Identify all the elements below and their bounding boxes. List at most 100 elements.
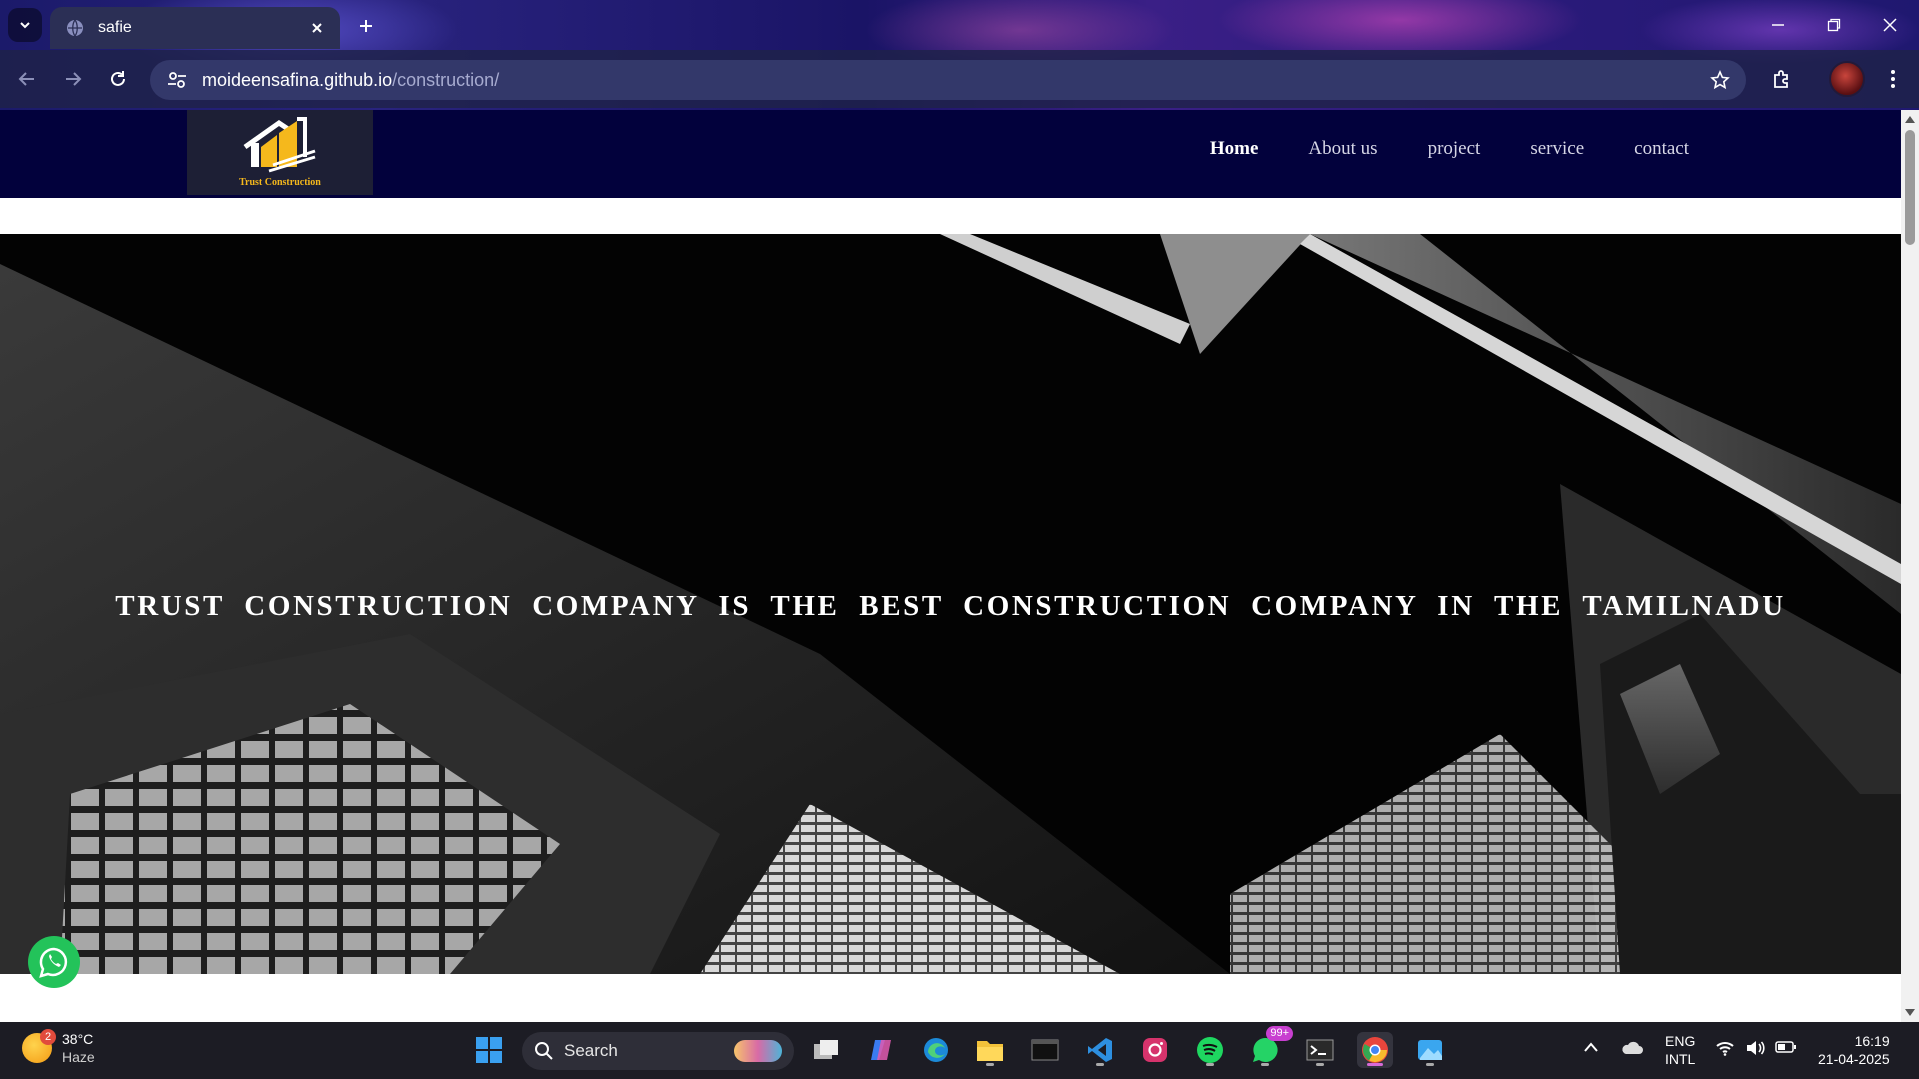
hero-banner: TRUST CONSTRUCTION COMPANY IS THE BEST C…	[0, 234, 1901, 974]
forward-button[interactable]	[58, 64, 88, 94]
url-host: moideensafina.github.io	[202, 69, 393, 90]
arrow-right-icon	[66, 72, 82, 86]
weather-sun-icon: 2	[22, 1029, 56, 1063]
globe-icon	[67, 19, 83, 37]
language-code: ENG	[1665, 1033, 1696, 1049]
instagram-icon	[1143, 1038, 1167, 1062]
console-icon	[1306, 1039, 1334, 1061]
start-button[interactable]	[471, 1032, 507, 1068]
scroll-thumb[interactable]	[1905, 130, 1915, 245]
taskbar: 2 38°C Haze Search 99+ ENG INTL 16:19 21…	[0, 1022, 1919, 1079]
network-status[interactable]	[1715, 1040, 1735, 1059]
whatsapp-unread-badge: 99+	[1266, 1026, 1293, 1041]
nav-link-home[interactable]: Home	[1210, 138, 1259, 160]
copilot-icon	[871, 1040, 891, 1060]
tab-title: safie	[98, 19, 132, 36]
whatsapp-taskbar-button[interactable]: 99+	[1247, 1026, 1293, 1068]
page-scrollbar[interactable]	[1901, 110, 1919, 1022]
copilot-button[interactable]	[863, 1032, 899, 1068]
terminal-icon	[1031, 1039, 1059, 1061]
photos-button[interactable]	[1412, 1032, 1448, 1068]
house-logo-icon	[243, 117, 316, 173]
volume-control[interactable]	[1745, 1040, 1765, 1059]
kebab-menu-icon	[1891, 70, 1895, 88]
restore-button[interactable]	[1814, 10, 1854, 40]
vscode-icon	[1088, 1038, 1112, 1062]
hero-headline: TRUST CONSTRUCTION COMPANY IS THE BEST C…	[115, 590, 1786, 622]
edge-icon	[924, 1038, 948, 1062]
weather-widget[interactable]: 2 38°C Haze	[22, 1029, 95, 1066]
language-indicator[interactable]: ENG INTL	[1665, 1032, 1695, 1068]
terminal-app-button[interactable]	[1302, 1032, 1338, 1068]
search-highlight-art	[734, 1040, 782, 1062]
clock-time: 16:19	[1854, 1033, 1890, 1049]
weather-temperature: 38°C	[62, 1031, 94, 1047]
tab-search-dropdown-button[interactable]	[8, 8, 42, 42]
instagram-button[interactable]	[1137, 1032, 1173, 1068]
terminal-button[interactable]	[1027, 1032, 1063, 1068]
search-icon	[535, 1042, 553, 1060]
site-logo[interactable]: Trust Construction	[187, 110, 373, 195]
battery-icon	[1775, 1041, 1796, 1053]
show-hidden-icons-button[interactable]	[1583, 1040, 1599, 1056]
keyboard-layout: INTL	[1665, 1051, 1696, 1067]
nav-link-service[interactable]: service	[1530, 138, 1584, 160]
file-explorer-button[interactable]	[972, 1032, 1008, 1068]
nav-link-about-us[interactable]: About us	[1308, 138, 1377, 160]
nav-link-contact[interactable]: contact	[1634, 138, 1689, 160]
page-viewport: Trust Construction Home About us project…	[0, 110, 1901, 1022]
search-placeholder: Search	[564, 1041, 618, 1060]
back-button[interactable]	[12, 64, 42, 94]
logo-caption: Trust Construction	[239, 177, 321, 188]
site-navbar: Trust Construction Home About us project…	[0, 110, 1901, 198]
close-window-button[interactable]	[1870, 10, 1910, 40]
clock-date: 21-04-2025	[1818, 1051, 1890, 1067]
folder-icon	[977, 1041, 1003, 1061]
nav-link-project[interactable]: project	[1428, 138, 1481, 160]
spotify-button[interactable]	[1192, 1032, 1228, 1068]
onedrive-tray-icon[interactable]	[1620, 1038, 1644, 1059]
extensions-button[interactable]	[1765, 62, 1799, 96]
url-path: /construction/	[392, 69, 500, 90]
whatsapp-icon	[39, 947, 68, 978]
whatsapp-chat-button[interactable]	[28, 936, 80, 988]
spotify-icon	[1197, 1037, 1223, 1063]
speaker-icon	[1747, 1041, 1765, 1055]
arrow-left-icon	[18, 72, 34, 86]
vscode-button[interactable]	[1082, 1032, 1118, 1068]
reload-icon	[111, 71, 125, 86]
clock[interactable]: 16:19 21-04-2025	[1818, 1032, 1890, 1068]
puzzle-icon	[1774, 70, 1788, 88]
scroll-down-arrow[interactable]	[1905, 1009, 1915, 1016]
chrome-button[interactable]	[1357, 1032, 1393, 1068]
scroll-up-arrow[interactable]	[1905, 116, 1915, 123]
reload-button[interactable]	[103, 64, 133, 94]
chrome-icon	[1362, 1037, 1388, 1063]
profile-avatar[interactable]	[1829, 61, 1865, 97]
minimize-icon	[1772, 24, 1784, 26]
windows-logo-icon	[476, 1037, 502, 1063]
taskbar-search[interactable]: Search	[522, 1032, 794, 1070]
close-icon[interactable]	[310, 21, 324, 35]
photos-icon	[1418, 1040, 1442, 1060]
task-view-button[interactable]	[808, 1032, 844, 1068]
chevron-up-icon	[1584, 1042, 1598, 1052]
minimize-button[interactable]	[1758, 10, 1798, 40]
bookmark-star-icon[interactable]	[1710, 70, 1730, 90]
browser-tab[interactable]: safie	[50, 7, 340, 49]
cloud-icon	[1622, 1041, 1643, 1054]
site-menu: Home About us project service contact	[1210, 138, 1689, 160]
battery-status[interactable]	[1775, 1040, 1797, 1057]
close-icon	[1883, 18, 1897, 32]
task-view-icon	[814, 1040, 838, 1059]
plus-icon	[360, 20, 372, 32]
weather-description: Haze	[62, 1049, 95, 1065]
edge-button[interactable]	[918, 1032, 954, 1068]
chevron-down-icon	[20, 22, 30, 29]
wifi-icon	[1716, 1042, 1734, 1056]
browser-menu-button[interactable]	[1876, 62, 1910, 96]
address-bar[interactable]: moideensafina.github.io/construction/	[150, 60, 1746, 100]
site-info-icon[interactable]	[166, 69, 188, 91]
new-tab-button[interactable]	[352, 12, 380, 40]
weather-badge: 2	[40, 1029, 56, 1045]
